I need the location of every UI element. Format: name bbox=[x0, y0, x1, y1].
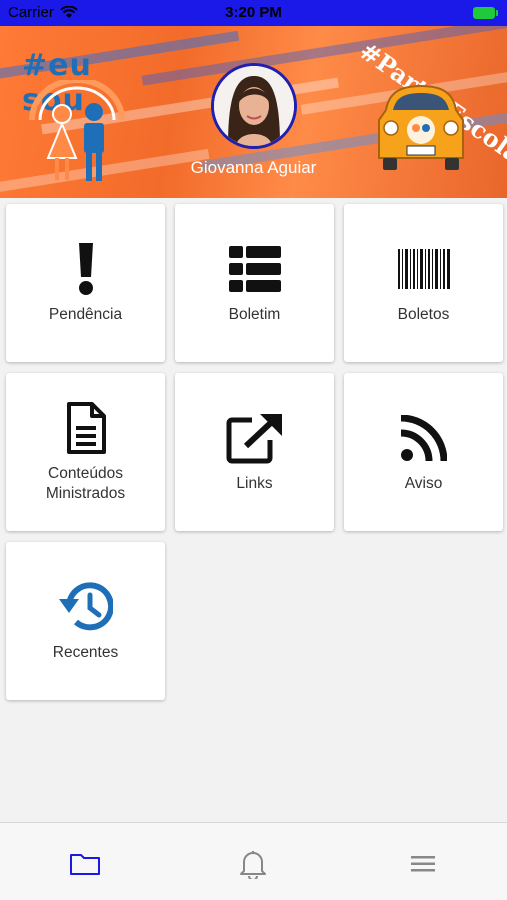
document-icon bbox=[66, 400, 106, 456]
tile-label: Conteúdos Ministrados bbox=[45, 465, 126, 502]
student-avatar[interactable] bbox=[211, 63, 297, 149]
tile-label: Boletos bbox=[397, 306, 450, 323]
tile-conteudos-ministrados[interactable]: Conteúdos Ministrados bbox=[6, 373, 165, 531]
folder-icon bbox=[70, 854, 100, 875]
avatar-photo bbox=[214, 66, 294, 146]
rss-icon bbox=[400, 410, 447, 466]
partiu-escola-logo: #PartiuEscola bbox=[349, 36, 507, 196]
battery-icon bbox=[473, 7, 498, 19]
tile-boletos[interactable]: Boletos bbox=[344, 204, 503, 362]
clock: 3:20 PM bbox=[225, 4, 282, 21]
exclamation-icon bbox=[76, 241, 96, 297]
status-bar: Carrier 3:20 PM bbox=[0, 0, 507, 26]
tile-label: Pendência bbox=[48, 306, 123, 323]
bell-icon bbox=[240, 851, 266, 879]
tile-links[interactable]: Links bbox=[175, 373, 334, 531]
history-icon bbox=[58, 579, 113, 635]
tile-boletim[interactable]: Boletim bbox=[175, 204, 334, 362]
barcode-icon bbox=[397, 241, 450, 297]
external-link-icon bbox=[226, 410, 284, 466]
tile-recentes[interactable]: Recentes bbox=[6, 542, 165, 700]
nav-menu-button[interactable] bbox=[403, 849, 443, 879]
table-list-icon bbox=[228, 241, 281, 297]
bottom-navigation bbox=[0, 822, 507, 900]
tile-pendencia[interactable]: Pendência bbox=[6, 204, 165, 362]
tile-label: Recentes bbox=[52, 644, 119, 661]
tile-aviso[interactable]: Aviso bbox=[344, 373, 503, 531]
car-illustration bbox=[378, 84, 464, 170]
profile-banner: #eu sou Giovanna Aguiar #PartiuEscola bbox=[0, 26, 507, 198]
nav-folder-button[interactable] bbox=[65, 849, 105, 879]
hamburger-menu-icon bbox=[411, 856, 435, 872]
tile-label: Aviso bbox=[404, 475, 443, 492]
tile-label: Links bbox=[236, 475, 273, 492]
tile-label: Boletim bbox=[228, 306, 281, 323]
nav-notifications-button[interactable] bbox=[233, 849, 273, 879]
